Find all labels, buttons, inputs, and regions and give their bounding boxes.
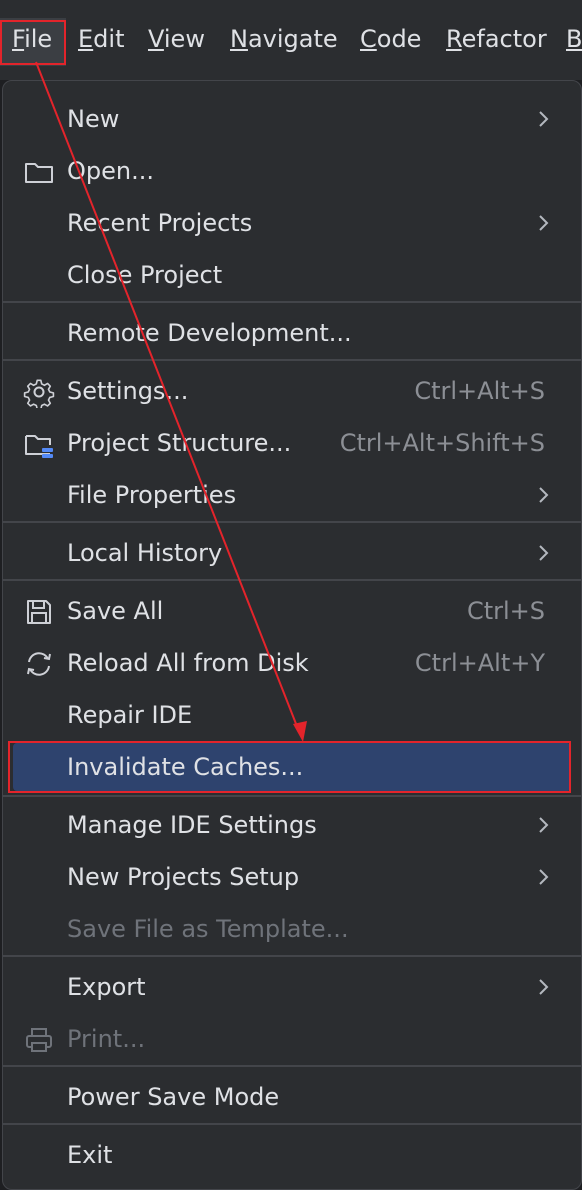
gear-icon xyxy=(23,379,55,408)
menu-item-manage-ide-settings-label: Manage IDE Settings xyxy=(67,811,317,839)
menu-item-settings-label: Settings... xyxy=(67,377,189,405)
menu-edit[interactable]: Edit xyxy=(78,22,124,56)
project-structure-icon xyxy=(25,435,53,458)
menu-item-new-projects-setup[interactable]: New Projects Setup xyxy=(3,851,581,903)
invalidate-caches-annotation-box xyxy=(8,741,571,793)
menu-item-repair-ide[interactable]: Repair IDE xyxy=(3,689,581,741)
menu-item-reload-all-shortcut: Ctrl+Alt+Y xyxy=(414,649,545,677)
screen: File Edit View Navigate Code Refactor B … xyxy=(0,0,582,1190)
menu-build[interactable]: B xyxy=(566,22,582,56)
menu-item-file-properties-label: File Properties xyxy=(67,481,237,509)
menu-separator xyxy=(3,579,581,581)
menu-code-label: ode xyxy=(376,25,422,53)
printer-icon xyxy=(26,1028,52,1052)
menu-build-mnemonic: B xyxy=(566,25,582,53)
menu-item-save-file-as-template: Save File as Template... xyxy=(3,903,581,955)
menu-item-open[interactable]: Open... xyxy=(3,145,581,197)
folder-icon xyxy=(25,163,53,183)
menu-separator xyxy=(3,301,581,303)
chevron-right-icon xyxy=(539,487,549,503)
menu-item-save-all-label: Save All xyxy=(67,597,164,625)
menu-item-close-project[interactable]: Close Project xyxy=(3,249,581,301)
menu-separator xyxy=(3,359,581,361)
menu-separator xyxy=(3,521,581,523)
menu-item-new[interactable]: New xyxy=(3,93,581,145)
menu-item-recent-projects[interactable]: Recent Projects xyxy=(3,197,581,249)
chevron-right-icon xyxy=(539,111,549,127)
menu-item-save-file-as-template-label: Save File as Template... xyxy=(67,915,349,943)
menu-item-power-save-mode[interactable]: Power Save Mode xyxy=(3,1071,581,1123)
chevron-right-icon xyxy=(539,979,549,995)
menu-item-close-project-label: Close Project xyxy=(67,261,223,289)
menu-item-settings[interactable]: Settings... Ctrl+Alt+S xyxy=(3,365,581,417)
file-menu-annotation-box xyxy=(0,20,66,65)
menu-item-reload-all[interactable]: Reload All from Disk Ctrl+Alt+Y xyxy=(3,637,581,689)
menu-code[interactable]: Code xyxy=(360,22,421,56)
menu-item-new-label: New xyxy=(67,105,120,133)
menu-separator xyxy=(3,1123,581,1125)
menu-item-file-properties[interactable]: File Properties xyxy=(3,469,581,521)
menu-item-local-history-label: Local History xyxy=(67,539,223,567)
menu-navigate-mnemonic: N xyxy=(230,25,248,53)
menu-item-remote-development[interactable]: Remote Development... xyxy=(3,307,581,359)
menu-bar: File Edit View Navigate Code Refactor B xyxy=(0,0,582,80)
menu-item-export-label: Export xyxy=(67,973,146,1001)
menu-edit-label: dit xyxy=(93,25,125,53)
save-icon xyxy=(27,600,51,624)
menu-item-print-label: Print... xyxy=(67,1025,146,1053)
menu-item-manage-ide-settings[interactable]: Manage IDE Settings xyxy=(3,799,581,851)
chevron-right-icon xyxy=(539,545,549,561)
menu-view-label: iew xyxy=(163,25,205,53)
menu-code-mnemonic: C xyxy=(360,25,377,53)
menu-item-recent-projects-label: Recent Projects xyxy=(67,209,253,237)
menu-view[interactable]: View xyxy=(148,22,205,56)
menu-item-exit[interactable]: Exit xyxy=(3,1129,581,1181)
menu-item-save-all-shortcut: Ctrl+S xyxy=(466,597,545,625)
menu-item-project-structure-shortcut: Ctrl+Alt+Shift+S xyxy=(339,429,545,457)
menu-item-reload-all-label: Reload All from Disk xyxy=(67,649,309,677)
menu-item-local-history[interactable]: Local History xyxy=(3,527,581,579)
menu-item-export[interactable]: Export xyxy=(3,961,581,1013)
menu-item-open-label: Open... xyxy=(67,157,154,185)
menu-refactor[interactable]: Refactor xyxy=(446,22,547,56)
menu-item-project-structure[interactable]: Project Structure... Ctrl+Alt+Shift+S xyxy=(3,417,581,469)
menu-separator xyxy=(3,1065,581,1067)
menu-separator xyxy=(3,955,581,957)
menu-item-repair-ide-label: Repair IDE xyxy=(67,701,193,729)
menu-navigate[interactable]: Navigate xyxy=(230,22,338,56)
menu-separator xyxy=(3,795,581,797)
menu-item-project-structure-label: Project Structure... xyxy=(67,429,292,457)
menu-item-remote-development-label: Remote Development... xyxy=(67,319,352,347)
menu-item-save-all[interactable]: Save All Ctrl+S xyxy=(3,585,581,637)
menu-item-new-projects-setup-label: New Projects Setup xyxy=(67,863,300,891)
menu-edit-mnemonic: E xyxy=(78,25,94,53)
menu-view-mnemonic: V xyxy=(148,25,164,53)
menu-refactor-label: efactor xyxy=(461,25,547,53)
chevron-right-icon xyxy=(539,817,549,833)
menu-item-print: Print... xyxy=(3,1013,581,1065)
file-menu-dropdown: New Open... Recent Projects Close Projec… xyxy=(2,80,582,1190)
menu-item-settings-shortcut: Ctrl+Alt+S xyxy=(414,377,545,405)
menu-navigate-label: avigate xyxy=(247,25,338,53)
menu-item-exit-label: Exit xyxy=(67,1141,113,1169)
menu-item-power-save-mode-label: Power Save Mode xyxy=(67,1083,280,1111)
chevron-right-icon xyxy=(539,869,549,885)
menu-refactor-mnemonic: R xyxy=(446,25,462,53)
reload-icon xyxy=(27,652,51,676)
chevron-right-icon xyxy=(539,215,549,231)
